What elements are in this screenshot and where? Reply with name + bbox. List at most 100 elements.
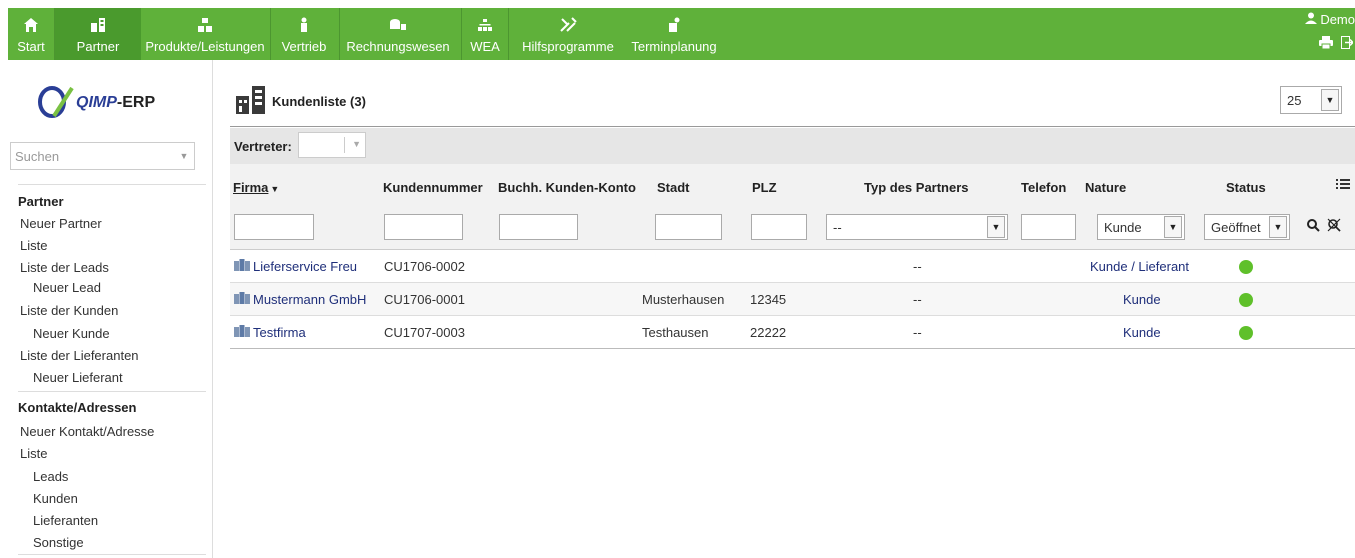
row-kundennummer: CU1706-0002 xyxy=(384,259,465,274)
chevron-down-icon: ▼ xyxy=(1269,216,1287,238)
row-kundennummer: CU1706-0001 xyxy=(384,292,465,307)
row-typ: -- xyxy=(913,292,922,307)
filter-firma-input[interactable] xyxy=(234,214,314,240)
filter-telefon-input[interactable] xyxy=(1021,214,1076,240)
row-plz: 12345 xyxy=(750,292,787,307)
filter-typ-select[interactable]: -- ▼ xyxy=(826,214,1008,240)
sidebar-section-partner: Partner xyxy=(18,194,64,209)
chevron-down-icon: ▼ xyxy=(1321,89,1339,111)
sidebar-item-neuer-lead[interactable]: Neuer Lead xyxy=(33,280,101,295)
filter-konto-input[interactable] xyxy=(499,214,578,240)
sidebar-item-neuer-kontakt[interactable]: Neuer Kontakt/Adresse xyxy=(20,424,154,439)
sidebar-item-leads[interactable]: Leads xyxy=(33,469,68,484)
filter-status-select[interactable]: Geöffnet ▼ xyxy=(1204,214,1290,240)
row-firma-link[interactable]: Mustermann GmbH xyxy=(234,292,366,307)
table-filter-row: -- ▼ Kunde ▼ Geöffnet ▼ xyxy=(230,206,1355,250)
sidebar-item-liste[interactable]: Liste xyxy=(20,238,47,253)
column-plz[interactable]: PLZ xyxy=(752,180,777,195)
partner-icon xyxy=(90,15,106,35)
company-icon xyxy=(234,325,250,340)
search-icon[interactable] xyxy=(1307,219,1320,235)
sidebar-item-neuer-lieferant[interactable]: Neuer Lieferant xyxy=(33,370,123,385)
row-stadt: Musterhausen xyxy=(642,292,725,307)
row-nature-link[interactable]: Kunde xyxy=(1123,292,1161,307)
print-icon[interactable] xyxy=(1319,36,1333,52)
sidebar-section-kontakte: Kontakte/Adressen xyxy=(18,400,137,415)
row-nature-link[interactable]: Kunde xyxy=(1123,325,1161,340)
sidebar: QIMP-ERP Suchen ▼ Partner Neuer Partner … xyxy=(8,60,213,558)
sidebar-item-sonstige[interactable]: Sonstige xyxy=(33,535,84,550)
vertreter-label: Vertreter: xyxy=(234,139,292,154)
filter-stadt-input[interactable] xyxy=(655,214,722,240)
menu-vertrieb[interactable]: Vertrieb xyxy=(272,8,336,60)
chevron-down-icon: ▼ xyxy=(179,151,189,161)
row-typ: -- xyxy=(913,259,922,274)
row-firma-link[interactable]: Lieferservice Freu xyxy=(234,259,357,274)
schedule-icon xyxy=(667,15,681,35)
filter-kundennummer-input[interactable] xyxy=(384,214,463,240)
table-row: Testfirma CU1707-0003 Testhausen 22222 -… xyxy=(230,316,1355,349)
filter-bar: Vertreter: ▼ xyxy=(230,128,1355,164)
menu-start[interactable]: Start xyxy=(8,8,54,60)
logout-icon[interactable] xyxy=(1341,36,1355,52)
sidebar-item-lieferanten[interactable]: Lieferanten xyxy=(33,513,98,528)
page-title: Kundenliste (3) xyxy=(272,94,366,109)
sidebar-item-neuer-kunde[interactable]: Neuer Kunde xyxy=(33,326,110,341)
search-select[interactable]: Suchen ▼ xyxy=(10,142,195,170)
column-telefon[interactable]: Telefon xyxy=(1021,180,1066,195)
qimp-erp-logo[interactable]: QIMP-ERP xyxy=(38,86,155,120)
table-row: Mustermann GmbH CU1706-0001 Musterhausen… xyxy=(230,283,1355,316)
column-menu-icon[interactable] xyxy=(1336,178,1350,193)
row-typ: -- xyxy=(913,325,922,340)
user-menu[interactable]: Demo xyxy=(1305,12,1355,27)
page-size-select[interactable]: 25 ▼ xyxy=(1280,86,1342,114)
menu-wea[interactable]: WEA xyxy=(464,8,506,60)
menu-partner[interactable]: Partner xyxy=(55,8,141,60)
accounting-icon xyxy=(389,15,407,35)
chevron-down-icon: ▼ xyxy=(987,216,1005,238)
sort-desc-icon: ▼ xyxy=(270,184,280,194)
column-status[interactable]: Status xyxy=(1226,180,1266,195)
home-icon xyxy=(23,15,39,35)
row-nature-link[interactable]: Kunde / Lieferant xyxy=(1090,259,1189,274)
sales-icon xyxy=(298,15,310,35)
tools-icon xyxy=(559,15,577,35)
table-row: Lieferservice Freu CU1706-0002 -- Kunde … xyxy=(230,250,1355,283)
customer-list-icon xyxy=(234,82,268,119)
menu-terminplanung[interactable]: Terminplanung xyxy=(621,8,727,60)
column-nature[interactable]: Nature xyxy=(1085,180,1126,195)
clear-filter-icon[interactable] xyxy=(1327,218,1341,235)
filter-plz-input[interactable] xyxy=(751,214,807,240)
user-icon xyxy=(1305,12,1318,27)
sidebar-item-neuer-partner[interactable]: Neuer Partner xyxy=(20,216,102,231)
menu-produkte[interactable]: Produkte/Leistungen xyxy=(144,8,266,60)
company-icon xyxy=(234,292,250,307)
chevron-down-icon: ▼ xyxy=(1164,216,1182,238)
column-typ[interactable]: Typ des Partners xyxy=(864,180,969,195)
sidebar-item-liste-lieferanten[interactable]: Liste der Lieferanten xyxy=(20,348,139,363)
column-firma[interactable]: Firma ▼ xyxy=(233,180,279,195)
table-header: Firma ▼ Kundennummer Buchh. Kunden-Konto … xyxy=(230,164,1355,206)
row-plz: 22222 xyxy=(750,325,787,340)
column-stadt[interactable]: Stadt xyxy=(657,180,690,195)
row-firma-link[interactable]: Testfirma xyxy=(234,325,306,340)
column-konto[interactable]: Buchh. Kunden-Konto xyxy=(498,180,636,195)
sidebar-item-liste-kunden[interactable]: Liste der Kunden xyxy=(20,303,118,318)
menu-hilfsprogramme[interactable]: Hilfsprogramme xyxy=(513,8,623,60)
vertreter-select[interactable]: ▼ xyxy=(298,132,366,158)
filter-nature-select[interactable]: Kunde ▼ xyxy=(1097,214,1185,240)
row-kundennummer: CU1707-0003 xyxy=(384,325,465,340)
wea-icon xyxy=(477,15,493,35)
sidebar-item-kontakt-liste[interactable]: Liste xyxy=(20,446,47,461)
chevron-down-icon: ▼ xyxy=(352,139,361,149)
status-open-indicator xyxy=(1239,326,1253,340)
sidebar-item-kunden[interactable]: Kunden xyxy=(33,491,78,506)
row-stadt: Testhausen xyxy=(642,325,709,340)
column-kundennummer[interactable]: Kundennummer xyxy=(383,180,483,195)
top-menu-bar: Start Partner Produkte/Leistungen Vertri… xyxy=(8,8,1355,60)
status-open-indicator xyxy=(1239,293,1253,307)
menu-rechnungswesen[interactable]: Rechnungswesen xyxy=(341,8,455,60)
company-icon xyxy=(234,259,250,274)
status-open-indicator xyxy=(1239,260,1253,274)
sidebar-item-liste-leads[interactable]: Liste der Leads xyxy=(20,260,109,275)
